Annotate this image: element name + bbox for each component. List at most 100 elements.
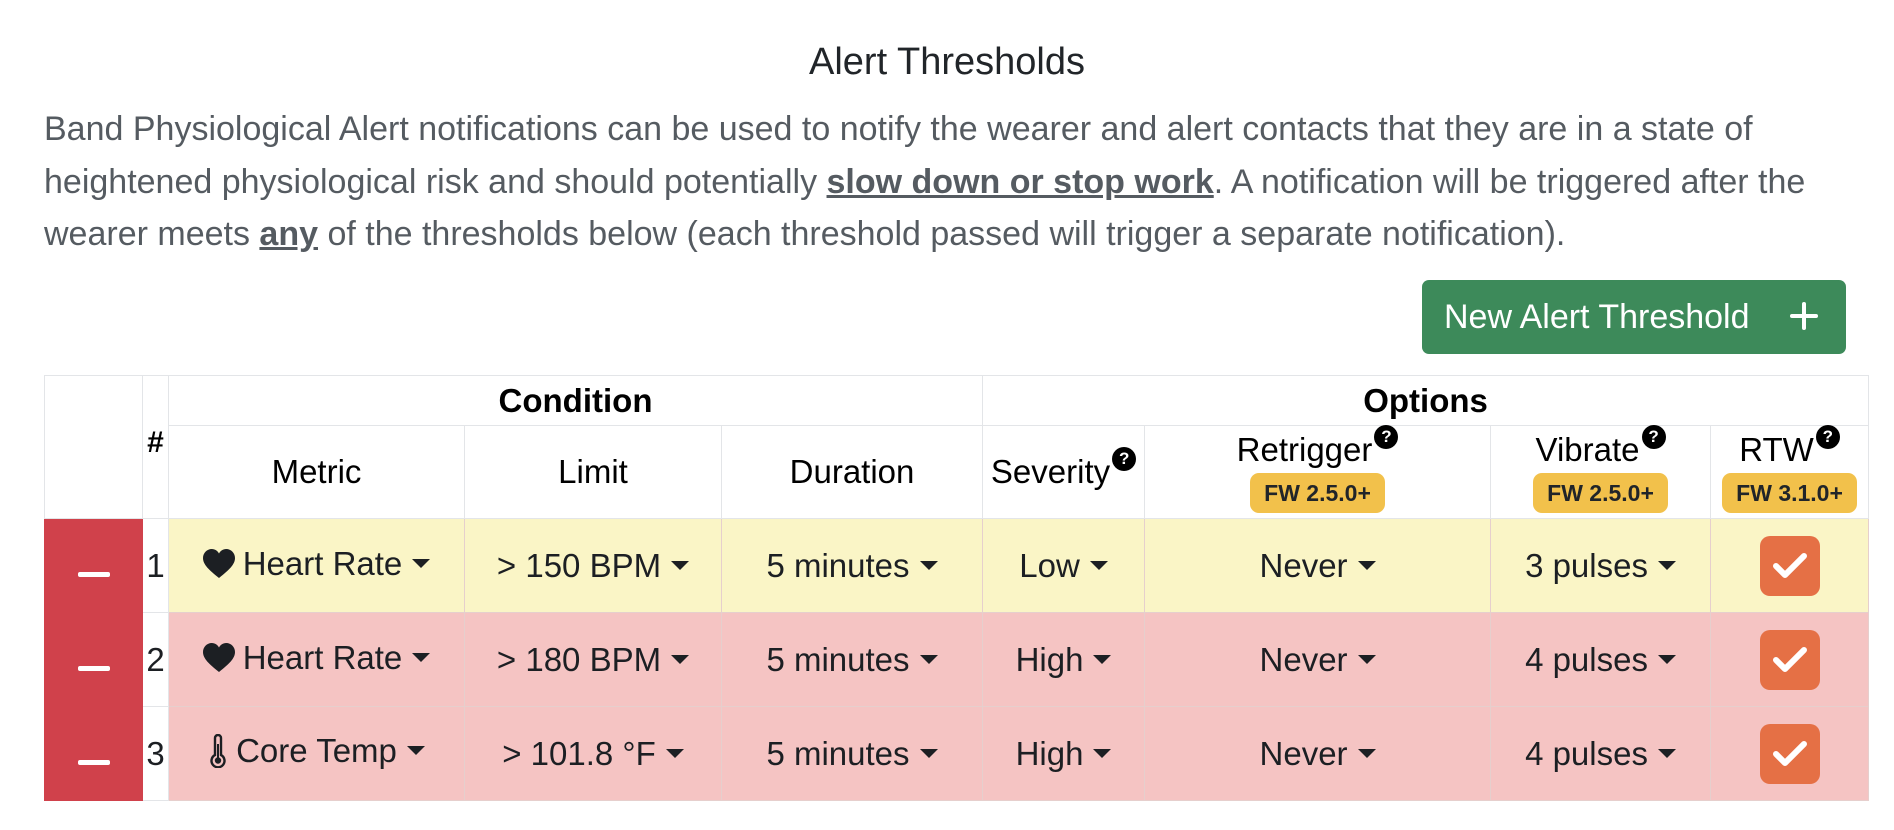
metric-dropdown[interactable]: Heart Rate	[202, 545, 431, 583]
caret-down-icon	[671, 655, 690, 664]
retrigger-dropdown[interactable]: Never	[1260, 641, 1376, 679]
retrigger-dropdown[interactable]: Never	[1260, 547, 1376, 585]
retrigger-cell: Never	[1144, 612, 1492, 707]
row-number: 1	[142, 518, 169, 613]
limit-cell: > 150 BPM	[464, 518, 722, 613]
remove-row-button[interactable]	[44, 518, 143, 613]
retrigger-dropdown[interactable]: Never	[1260, 735, 1376, 773]
caret-down-icon	[665, 749, 684, 758]
caret-down-icon	[919, 561, 938, 570]
duration-value: 5 minutes	[766, 546, 910, 584]
limit-dropdown[interactable]: > 180 BPM	[496, 640, 690, 679]
metric-cell: Heart Rate	[168, 612, 465, 707]
severity-cell: High	[982, 612, 1146, 707]
vibrate-dropdown[interactable]: 4 pulses	[1525, 641, 1676, 679]
limit-value: > 150 BPM	[496, 546, 662, 584]
vibrate-value: 3 pulses	[1525, 546, 1648, 584]
rtw-header-label: RTW	[1739, 431, 1814, 468]
severity-value: High	[1015, 734, 1084, 772]
page-description: Band Physiological Alert notifications c…	[44, 103, 1864, 261]
severity-dropdown[interactable]: High	[1016, 735, 1112, 773]
rtw-checkbox[interactable]	[1759, 535, 1820, 596]
remove-column-header	[44, 375, 143, 519]
retrigger-help-icon[interactable]: ?	[1374, 425, 1399, 449]
caret-down-icon	[412, 653, 431, 662]
new-alert-threshold-button[interactable]: New Alert Threshold	[1422, 280, 1846, 354]
rtw-cell	[1710, 706, 1870, 801]
retrigger-value: Never	[1259, 546, 1348, 584]
vibrate-header: Vibrate? FW 2.5.0+	[1490, 425, 1712, 519]
minus-icon	[77, 759, 110, 765]
vibrate-dropdown[interactable]: 3 pulses	[1525, 547, 1676, 585]
limit-dropdown[interactable]: > 150 BPM	[496, 546, 690, 585]
metric-dropdown[interactable]: Heart Rate	[202, 638, 431, 677]
row-number: 2	[142, 612, 169, 707]
rtw-checkbox[interactable]	[1759, 629, 1820, 690]
condition-group-header: Condition	[167, 375, 984, 426]
options-group-header: Options	[982, 375, 1870, 426]
caret-down-icon	[412, 559, 431, 568]
limit-header: Limit	[464, 425, 722, 519]
severity-header: Severity?	[982, 425, 1146, 519]
severity-header-label: Severity	[990, 453, 1111, 490]
metric-value: Core Temp	[236, 731, 397, 769]
table-row: 2 Heart Rate > 180 BPM 5 minutes High Ne…	[44, 612, 1870, 707]
row-number: 3	[142, 706, 169, 801]
checkmark-icon	[1772, 646, 1807, 672]
severity-dropdown[interactable]: Low	[1019, 547, 1108, 585]
caret-down-icon	[1089, 561, 1108, 570]
retrigger-cell: Never	[1144, 706, 1492, 801]
caret-down-icon	[671, 561, 690, 570]
limit-value: > 180 BPM	[496, 640, 662, 678]
duration-header: Duration	[720, 425, 984, 519]
caret-down-icon	[406, 746, 425, 755]
table-row: 1 Heart Rate > 150 BPM 5 minutes Low Nev…	[44, 518, 1870, 613]
vibrate-help-icon[interactable]: ?	[1641, 425, 1666, 449]
metric-dropdown[interactable]: Core Temp	[208, 732, 425, 770]
limit-cell: > 101.8 °F	[464, 706, 722, 801]
checkmark-icon	[1772, 552, 1807, 578]
row-number-header: #	[142, 375, 169, 519]
rtw-help-icon[interactable]: ?	[1815, 425, 1840, 449]
duration-dropdown[interactable]: 5 minutes	[766, 546, 938, 585]
vibrate-dropdown[interactable]: 4 pulses	[1525, 735, 1676, 773]
description-emphasis-slow-down: slow down or stop work	[826, 162, 1214, 201]
remove-row-button[interactable]	[44, 706, 143, 801]
duration-value: 5 minutes	[766, 734, 910, 772]
vibrate-firmware-badge: FW 2.5.0+	[1533, 473, 1668, 513]
new-alert-threshold-label: New Alert Threshold	[1444, 297, 1750, 336]
caret-down-icon	[1357, 749, 1376, 758]
vibrate-cell: 4 pulses	[1490, 612, 1712, 707]
remove-row-button[interactable]	[44, 612, 143, 707]
severity-dropdown[interactable]: High	[1016, 641, 1112, 679]
page-title: Alert Thresholds	[809, 41, 1085, 83]
limit-dropdown[interactable]: > 101.8 °F	[502, 735, 684, 773]
caret-down-icon	[919, 655, 938, 664]
limit-cell: > 180 BPM	[464, 612, 722, 707]
caret-down-icon	[1357, 561, 1376, 570]
heart-icon	[202, 642, 235, 672]
metric-cell: Core Temp	[168, 706, 465, 801]
thermometer-icon	[210, 733, 226, 768]
vibrate-value: 4 pulses	[1525, 734, 1648, 772]
rtw-checkbox[interactable]	[1759, 723, 1820, 784]
duration-dropdown[interactable]: 5 minutes	[766, 734, 938, 773]
retrigger-header-label: Retrigger	[1236, 431, 1373, 468]
duration-dropdown[interactable]: 5 minutes	[766, 640, 938, 679]
duration-cell: 5 minutes	[720, 518, 984, 613]
caret-down-icon	[1093, 655, 1112, 664]
caret-down-icon	[1657, 561, 1676, 570]
description-text: of the thresholds below (each threshold …	[318, 215, 1566, 253]
rtw-cell	[1710, 518, 1870, 613]
heart-icon	[202, 548, 235, 578]
vibrate-value: 4 pulses	[1525, 640, 1648, 678]
severity-cell: High	[982, 706, 1146, 801]
severity-value: High	[1015, 640, 1084, 678]
limit-value: > 101.8 °F	[502, 734, 656, 772]
rtw-firmware-badge: FW 3.1.0+	[1722, 473, 1857, 513]
caret-down-icon	[1093, 749, 1112, 758]
severity-help-icon[interactable]: ?	[1112, 447, 1137, 471]
duration-value: 5 minutes	[766, 640, 910, 678]
metric-value: Heart Rate	[242, 638, 403, 676]
caret-down-icon	[1657, 655, 1676, 664]
